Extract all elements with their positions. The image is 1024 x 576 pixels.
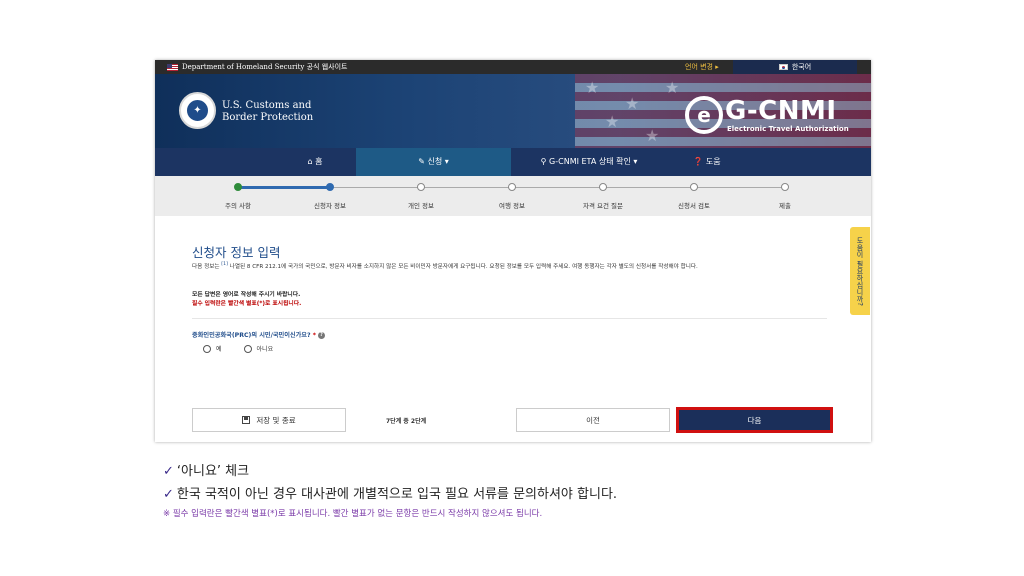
english-note: 모든 답변은 영어로 작성해 주시기 바랍니다. — [192, 292, 301, 298]
main-nav: ⌂ 홈 ✎ 신청 ▾ ⚲ G-CNMI ETA 상태 확인 ▾ ❓ 도움 — [155, 148, 871, 176]
nav-help-label: 도움 — [705, 157, 721, 166]
language-selector[interactable]: 한국어 — [733, 60, 857, 74]
progress-track-completed — [238, 186, 330, 189]
intro-rest: 나열된 8 CFR 212.1에 국가의 국민으로, 방문자 비자를 소지하지 … — [227, 264, 698, 270]
progress-stepper: 주의 사항 신청자 정보 개인 정보 여행 정보 자격 요건 질문 신청서 검토… — [155, 176, 871, 216]
step-2-label: 신청자 정보 — [314, 202, 346, 210]
prc-radio-group: 예 아니요 — [203, 344, 295, 353]
gov-banner: Department of Homeland Security 공식 웹사이트 … — [155, 60, 871, 74]
caption-line-1-text: ‘아니요’ 체크 — [176, 464, 250, 479]
caption-line-2: ✓ 한국 국적이 아닌 경우 대사관에 개별적으로 입국 필요 서류를 문의하셔야… — [163, 483, 617, 502]
search-icon: ⚲ — [540, 157, 547, 166]
caption-line-1: ✓ ‘아니요’ 체크 — [163, 460, 249, 479]
browser-screenshot: Department of Homeland Security 공식 웹사이트 … — [155, 60, 871, 442]
step-1-label: 주의 사항 — [225, 202, 251, 210]
intro-prefix: 다음 정보는 — [192, 264, 220, 270]
caret-down-icon: ▾ — [444, 157, 449, 166]
caret-down-icon: ▾ — [633, 157, 638, 166]
save-and-exit-button[interactable]: 저장 및 종료 — [192, 408, 346, 432]
check-icon: ✓ — [163, 487, 174, 502]
step-6-dot[interactable] — [690, 183, 698, 191]
check-icon: ✓ — [163, 464, 174, 479]
gcnmi-logo-title: G-CNMI — [725, 96, 837, 126]
radio-no[interactable] — [243, 344, 252, 353]
step-7-dot[interactable] — [781, 183, 789, 191]
radio-yes[interactable] — [203, 344, 211, 353]
caption-line-2-text: 한국 국적이 아닌 경우 대사관에 개별적으로 입국 필요 서류를 문의하셔야 … — [176, 487, 618, 502]
nav-apply-label: 신청 — [427, 157, 443, 166]
star-icon: ★ — [625, 94, 640, 113]
current-language-label: 한국어 — [791, 63, 812, 71]
site-header: ★ ★ ★ ★ ★ ✦ U.S. Customs and Border Prot… — [155, 74, 871, 148]
floppy-disk-icon — [242, 416, 251, 424]
nav-item-status-check[interactable]: ⚲ G-CNMI ETA 상태 확인 ▾ — [511, 148, 667, 176]
footnote-link[interactable]: [1] — [221, 262, 228, 267]
dhs-seal-icon[interactable]: ✦ — [179, 92, 216, 129]
section-divider — [192, 318, 827, 319]
gcnmi-logo-subtitle: Electronic Travel Authorization — [727, 125, 849, 133]
star-icon: ★ — [585, 78, 600, 97]
step-4-dot[interactable] — [508, 183, 516, 191]
prc-question-text: 중화인민공화국(PRC)의 시민/국민이신가요? — [192, 332, 311, 339]
nav-item-home[interactable]: ⌂ 홈 — [275, 148, 355, 176]
step-6-label: 신청서 검토 — [678, 202, 710, 210]
caption-footnote: ※ 필수 입력란은 빨간색 별표(*)로 표시됩니다. 빨간 별표가 없는 문항… — [163, 509, 543, 519]
gov-banner-text: Department of Homeland Security 공식 웹사이트 — [182, 63, 348, 71]
eagle-icon: ✦ — [185, 98, 210, 123]
question-circle-icon: ❓ — [693, 157, 704, 166]
us-flag-icon — [167, 64, 178, 71]
nav-item-apply[interactable]: ✎ 신청 ▾ — [356, 148, 511, 176]
step-4-label: 여행 정보 — [499, 202, 525, 210]
step-2-dot[interactable] — [326, 183, 334, 191]
step-counter: 7단계 중 2단계 — [386, 418, 427, 425]
nav-home-label: 홈 — [315, 157, 323, 166]
save-button-label: 저장 및 종료 — [256, 415, 296, 425]
step-3-label: 개인 정보 — [408, 202, 434, 210]
intro-text: 다음 정보는 [1] 나열된 8 CFR 212.1에 국가의 국민으로, 방문… — [192, 262, 698, 270]
required-asterisk: * — [312, 332, 316, 339]
nav-item-help[interactable]: ❓ 도움 — [667, 148, 747, 176]
pencil-icon: ✎ — [418, 157, 425, 166]
radio-no-label[interactable]: 아니요 — [257, 344, 274, 353]
nav-status-label: G-CNMI ETA 상태 확인 — [549, 157, 631, 166]
step-1-dot[interactable] — [234, 183, 242, 191]
previous-button[interactable]: 이전 — [516, 408, 670, 432]
star-icon: ★ — [605, 112, 620, 131]
gcnmi-logo[interactable]: e G-CNMI Electronic Travel Authorization — [683, 96, 853, 136]
globe-icon: e — [685, 96, 723, 134]
language-change-link[interactable]: 언어 변경 ▸ — [625, 60, 733, 74]
agency-name[interactable]: U.S. Customs and Border Protection — [222, 100, 332, 124]
star-icon: ★ — [665, 78, 680, 97]
star-icon: ★ — [645, 126, 660, 145]
home-icon: ⌂ — [307, 157, 313, 166]
step-5-label: 자격 요건 질문 — [582, 202, 623, 210]
korean-flag-icon — [778, 64, 788, 70]
radio-yes-label[interactable]: 예 — [216, 344, 222, 353]
step-3-dot[interactable] — [417, 183, 425, 191]
step-5-dot[interactable] — [599, 183, 607, 191]
required-note: 필수 입력란은 빨간색 별표(*)로 표시됩니다. — [192, 301, 302, 307]
help-side-tab[interactable]: 도움이 필요하십니까? — [850, 227, 870, 315]
help-icon[interactable]: ? — [318, 331, 325, 339]
step-7-label: 제출 — [779, 202, 791, 210]
prc-question-label: 중화인민공화국(PRC)의 시민/국민이신가요? *? — [192, 330, 325, 339]
page-title: 신청자 정보 입력 — [192, 245, 281, 260]
next-button[interactable]: 다음 — [677, 408, 832, 432]
